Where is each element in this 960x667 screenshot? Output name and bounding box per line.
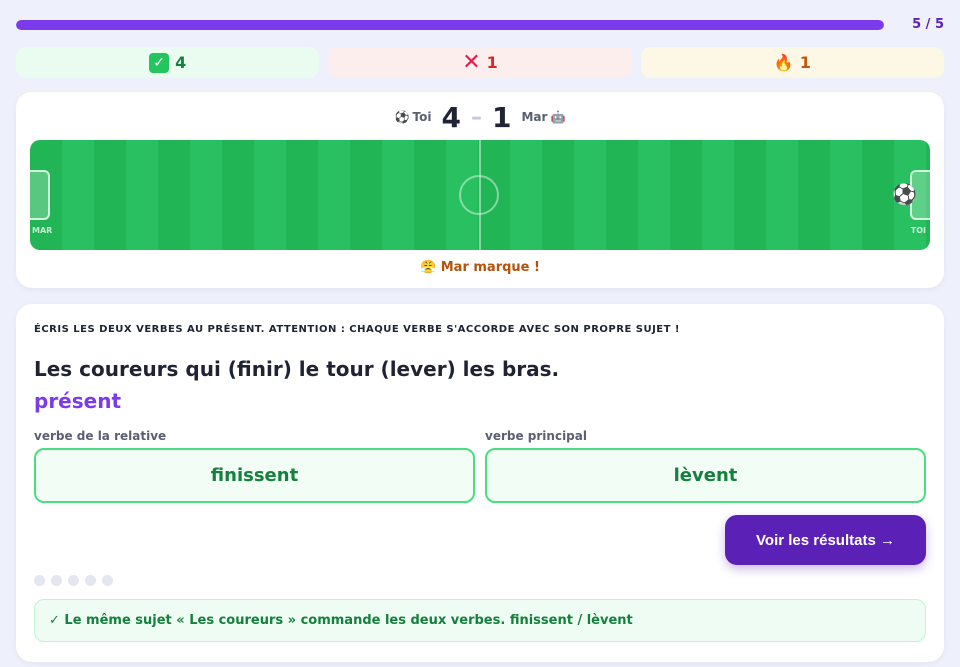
correct-count: 4	[175, 53, 187, 72]
left-goal-label: MAR	[32, 226, 53, 235]
player-name: Toi	[412, 110, 432, 124]
progress-track	[16, 20, 884, 30]
match-card: ⚽ Toi 4 – 1 Mar 🤖 MAR TOI ⚽ 😤 Mar marque…	[16, 92, 944, 288]
scoreboard: ⚽ Toi 4 – 1 Mar 🤖	[16, 100, 944, 134]
robot-icon: 🤖	[550, 110, 566, 124]
opponent-name: Mar	[521, 110, 548, 124]
dot	[51, 575, 62, 586]
instruction: ÉCRIS LES DEUX VERBES AU PRÉSENT. ATTENT…	[34, 324, 680, 335]
opponent-team: Mar 🤖	[521, 110, 565, 124]
relative-verb-input[interactable]: finissent	[34, 448, 475, 503]
pitch-center-circle	[459, 175, 499, 215]
main-verb-input[interactable]: lèvent	[485, 448, 926, 503]
dot	[34, 575, 45, 586]
tense-label: présent	[34, 389, 122, 413]
pagination-dots	[34, 575, 113, 586]
see-results-button[interactable]: Voir les résultats →	[725, 515, 926, 565]
progress-bar: 5 / 5	[16, 17, 944, 35]
dot	[68, 575, 79, 586]
soccer-pitch: MAR TOI ⚽	[30, 140, 930, 250]
right-goal-label: TOI	[910, 226, 926, 235]
fire-icon: 🔥	[773, 53, 794, 72]
question-card: ÉCRIS LES DEUX VERBES AU PRÉSENT. ATTENT…	[16, 304, 944, 662]
dot	[102, 575, 113, 586]
soccer-ball-icon: ⚽	[394, 110, 410, 124]
player-team: ⚽ Toi	[395, 110, 432, 124]
opponent-score: 1	[491, 100, 512, 134]
streak-count: 1	[799, 53, 811, 72]
stats-row: ✓ 4 ✕ 1 🔥 1	[16, 47, 944, 78]
match-event: 😤 Mar marque !	[420, 260, 540, 275]
question-sentence: Les coureurs qui (finir) le tour (lever)…	[34, 357, 560, 381]
dot	[85, 575, 96, 586]
relative-verb-label: verbe de la relative	[34, 429, 167, 443]
score-separator: –	[470, 104, 482, 130]
progress-label: 5 / 5	[912, 17, 944, 32]
left-goal	[30, 170, 50, 220]
soccer-ball-icon: ⚽	[892, 182, 917, 206]
wrong-count: 1	[486, 53, 498, 72]
wrong-count-badge: ✕ 1	[328, 47, 632, 78]
player-score: 4	[441, 100, 461, 134]
streak-badge: 🔥 1	[640, 47, 944, 78]
main-verb-label: verbe principal	[485, 429, 587, 443]
cross-icon: ✕	[462, 49, 481, 75]
progress-fill	[16, 20, 884, 30]
correct-count-badge: ✓ 4	[16, 47, 320, 78]
check-icon: ✓	[149, 52, 170, 73]
feedback-message: ✓ Le même sujet « Les coureurs » command…	[34, 599, 926, 642]
